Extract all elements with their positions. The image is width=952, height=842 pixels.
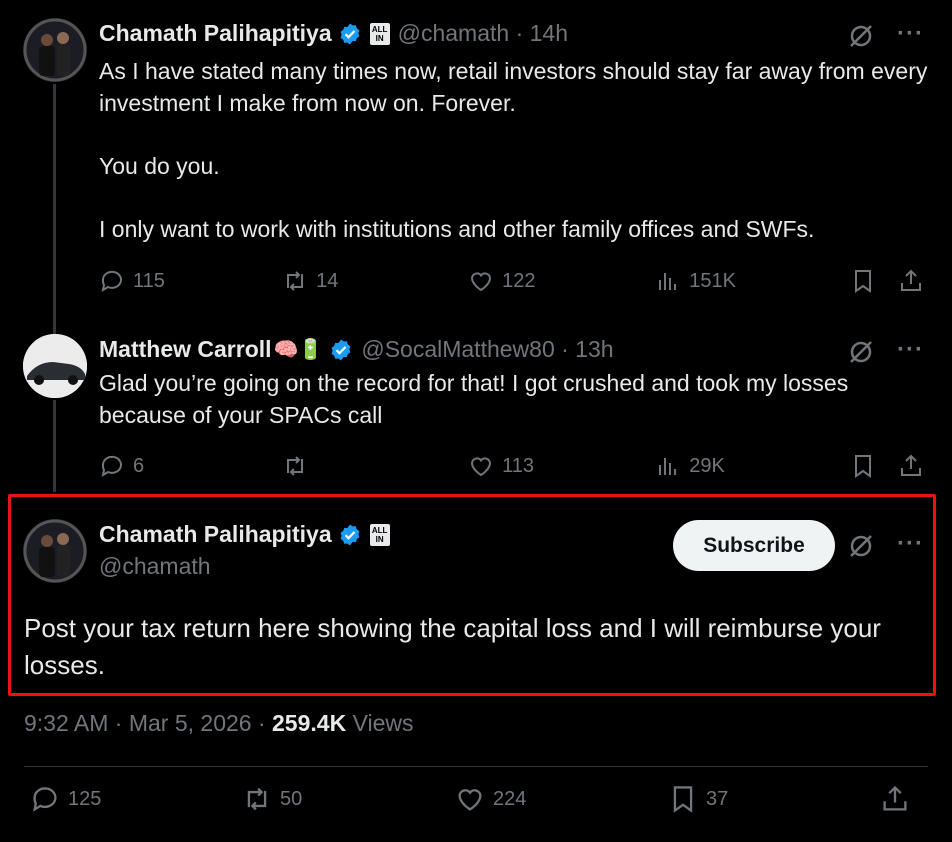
tweet-actions: 115 14 122 151K xyxy=(99,268,924,294)
author-handle-row: @chamath xyxy=(99,553,211,580)
like-button[interactable]: 122 xyxy=(468,268,655,294)
grok-icon[interactable] xyxy=(847,22,875,55)
main-tweet-actions: 125 50 224 37 xyxy=(30,784,918,814)
share-button[interactable] xyxy=(898,453,924,479)
affiliate-badge[interactable]: ALL IN xyxy=(369,523,390,546)
tweet-top-icons: ··· xyxy=(847,21,924,55)
tweet-text: Glad you’re going on the record for that… xyxy=(99,370,855,428)
repost-icon xyxy=(247,787,267,811)
tweet-actions: 6 113 29K xyxy=(99,453,924,479)
repost-count: 50 xyxy=(280,787,303,810)
bookmark-button[interactable]: 37 xyxy=(668,784,880,814)
author-name[interactable]: Matthew Carroll xyxy=(99,336,272,363)
views-total: 259.4K xyxy=(272,710,347,736)
divider xyxy=(24,766,928,767)
author-name[interactable]: Chamath Palihapitiya xyxy=(99,521,332,548)
more-icon[interactable]: ··· xyxy=(897,531,924,559)
avatar[interactable] xyxy=(23,334,87,398)
avatar[interactable] xyxy=(23,519,87,583)
views-label: Views xyxy=(346,710,414,736)
like-icon xyxy=(458,789,482,811)
repost-button[interactable]: 14 xyxy=(282,268,468,294)
grok-icon[interactable] xyxy=(847,532,875,565)
bookmark-button[interactable] xyxy=(850,268,898,294)
more-icon[interactable]: ··· xyxy=(897,21,924,49)
verified-icon xyxy=(338,22,362,46)
tweet-header: Chamath Palihapitiya ALL IN xyxy=(99,521,390,548)
views-count: 29K xyxy=(689,454,725,477)
more-icon[interactable]: ··· xyxy=(897,337,924,365)
tweet-meta: 9:32 AM · Mar 5, 2026 · 259.4K Views xyxy=(24,710,414,737)
tweet-header: Matthew Carroll 🧠🔋 @SocalMatthew80 · 13h xyxy=(99,336,614,363)
author-name[interactable]: Chamath Palihapitiya xyxy=(99,20,332,47)
verified-icon xyxy=(329,338,353,362)
main-tweet-text: Post your tax return here showing the ca… xyxy=(24,613,881,680)
views-icon xyxy=(659,458,677,475)
like-icon xyxy=(471,272,492,292)
affiliate-badge[interactable]: ALL IN xyxy=(369,22,390,45)
thread-line xyxy=(53,84,56,334)
repost-icon xyxy=(287,271,304,291)
bookmark-button[interactable] xyxy=(850,453,898,479)
thread-line xyxy=(53,400,56,492)
bookmark-count: 37 xyxy=(706,787,729,810)
bookmark-icon xyxy=(673,786,693,813)
verified-icon xyxy=(338,523,362,547)
like-count: 224 xyxy=(493,787,527,810)
subscribe-button[interactable]: Subscribe xyxy=(673,520,835,571)
avatar[interactable] xyxy=(23,18,87,82)
tweet-top-icons: ··· xyxy=(847,531,924,565)
author-handle[interactable]: @chamath · 14h xyxy=(398,20,568,47)
grok-icon[interactable] xyxy=(847,338,875,371)
reply-button[interactable]: 6 xyxy=(99,453,282,479)
share-icon xyxy=(901,454,921,476)
like-count: 113 xyxy=(502,454,535,477)
share-button[interactable] xyxy=(898,268,924,294)
views-count: 151K xyxy=(689,269,736,292)
reply-button[interactable]: 125 xyxy=(30,784,242,814)
like-count: 122 xyxy=(502,269,536,292)
like-button[interactable]: 113 xyxy=(468,453,655,479)
repost-count: 14 xyxy=(316,269,339,292)
tweet-text: As I have stated many times now, retail … xyxy=(99,58,928,242)
share-icon xyxy=(883,785,907,811)
author-handle[interactable]: @chamath xyxy=(99,553,211,580)
reply-button[interactable]: 115 xyxy=(99,268,282,294)
reply-icon xyxy=(101,270,122,293)
repost-button[interactable] xyxy=(282,453,468,479)
reply-icon xyxy=(101,455,122,478)
views-button[interactable]: 29K xyxy=(655,453,850,479)
repost-button[interactable]: 50 xyxy=(242,784,455,814)
like-icon xyxy=(471,457,492,477)
author-handle[interactable]: @SocalMatthew80 · 13h xyxy=(361,336,613,363)
tweet-header: Chamath Palihapitiya ALL IN @chamath · 14… xyxy=(99,20,568,47)
reply-count: 115 xyxy=(133,269,165,292)
name-emojis: 🧠🔋 xyxy=(273,339,324,361)
reply-icon xyxy=(32,787,57,812)
share-icon xyxy=(901,269,921,291)
reply-count: 125 xyxy=(68,787,102,810)
views-icon xyxy=(659,273,677,290)
views-button[interactable]: 151K xyxy=(655,268,850,294)
reply-count: 6 xyxy=(133,454,145,477)
timestamp[interactable]: 9:32 AM · Mar 5, 2026 · xyxy=(24,710,272,736)
tweet-top-icons: ··· xyxy=(847,337,924,371)
share-button[interactable] xyxy=(880,784,910,814)
bookmark-icon xyxy=(855,455,872,478)
like-button[interactable]: 224 xyxy=(455,784,668,814)
bookmark-icon xyxy=(855,270,872,293)
repost-icon xyxy=(287,456,304,476)
